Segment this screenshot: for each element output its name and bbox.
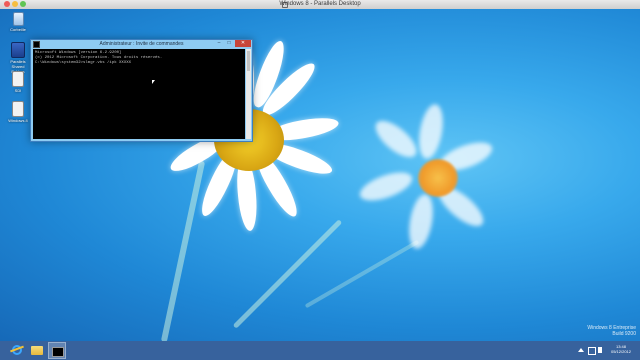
cmd-maximize-button[interactable]: □ [224, 40, 234, 47]
desktop-icon-sdi[interactable]: SDI [6, 71, 30, 93]
taskbar-internet-explorer[interactable] [8, 342, 26, 359]
taskbar-file-explorer[interactable] [28, 342, 46, 359]
command-prompt-window[interactable]: Administrateur : Invite de commandes – □… [30, 39, 253, 142]
cmd-scrollbar[interactable] [246, 49, 251, 139]
volume-icon[interactable] [598, 347, 602, 353]
command-prompt-icon [52, 347, 64, 357]
desktop-icon-label: Windows 8 [8, 118, 28, 123]
network-icon[interactable] [588, 347, 596, 355]
watermark-line2: Build 9200 [612, 331, 636, 337]
cmd-close-button[interactable]: ✕ [235, 40, 251, 47]
desktop[interactable]: Corbeille Parallels Shared Folders SDI W… [0, 9, 640, 341]
edition-watermark: Windows 8 Entreprise Build 9200 [587, 325, 636, 337]
desktop-icon-label: SDI [14, 88, 22, 93]
document-icon [12, 101, 24, 117]
document-icon [12, 71, 24, 87]
cmd-line: C:\Windows\system32>slmgr.vbs /ipk XXXXX [35, 61, 132, 65]
cmd-minimize-button[interactable]: – [214, 40, 224, 47]
desktop-icon-label: Corbeille [10, 27, 26, 32]
mouse-pointer-icon [152, 80, 155, 84]
desktop-icon-recycle-bin[interactable]: Corbeille [6, 12, 30, 32]
clock[interactable]: 13:48 05/12/2012 [607, 344, 635, 354]
host-title: Windows 8 - Parallels Desktop [279, 1, 361, 7]
taskbar: 13:48 05/12/2012 [0, 341, 640, 360]
clock-date: 05/12/2012 [610, 349, 632, 354]
taskbar-command-prompt[interactable] [48, 342, 66, 359]
scrollbar-thumb[interactable] [247, 51, 250, 71]
tray-arrow-icon[interactable] [578, 348, 584, 352]
recycle-bin-icon [12, 12, 24, 26]
file-explorer-icon [31, 346, 43, 355]
cmd-console[interactable]: Microsoft Windows [version 6.2.9200] (c)… [33, 49, 245, 139]
desktop-icon-windows8[interactable]: Windows 8 [6, 101, 30, 123]
desktop-icon-shared-folders[interactable]: Parallels Shared Folders [6, 42, 30, 74]
cmd-titlebar[interactable]: Administrateur : Invite de commandes – □… [31, 40, 252, 48]
shared-folders-icon [11, 42, 25, 58]
